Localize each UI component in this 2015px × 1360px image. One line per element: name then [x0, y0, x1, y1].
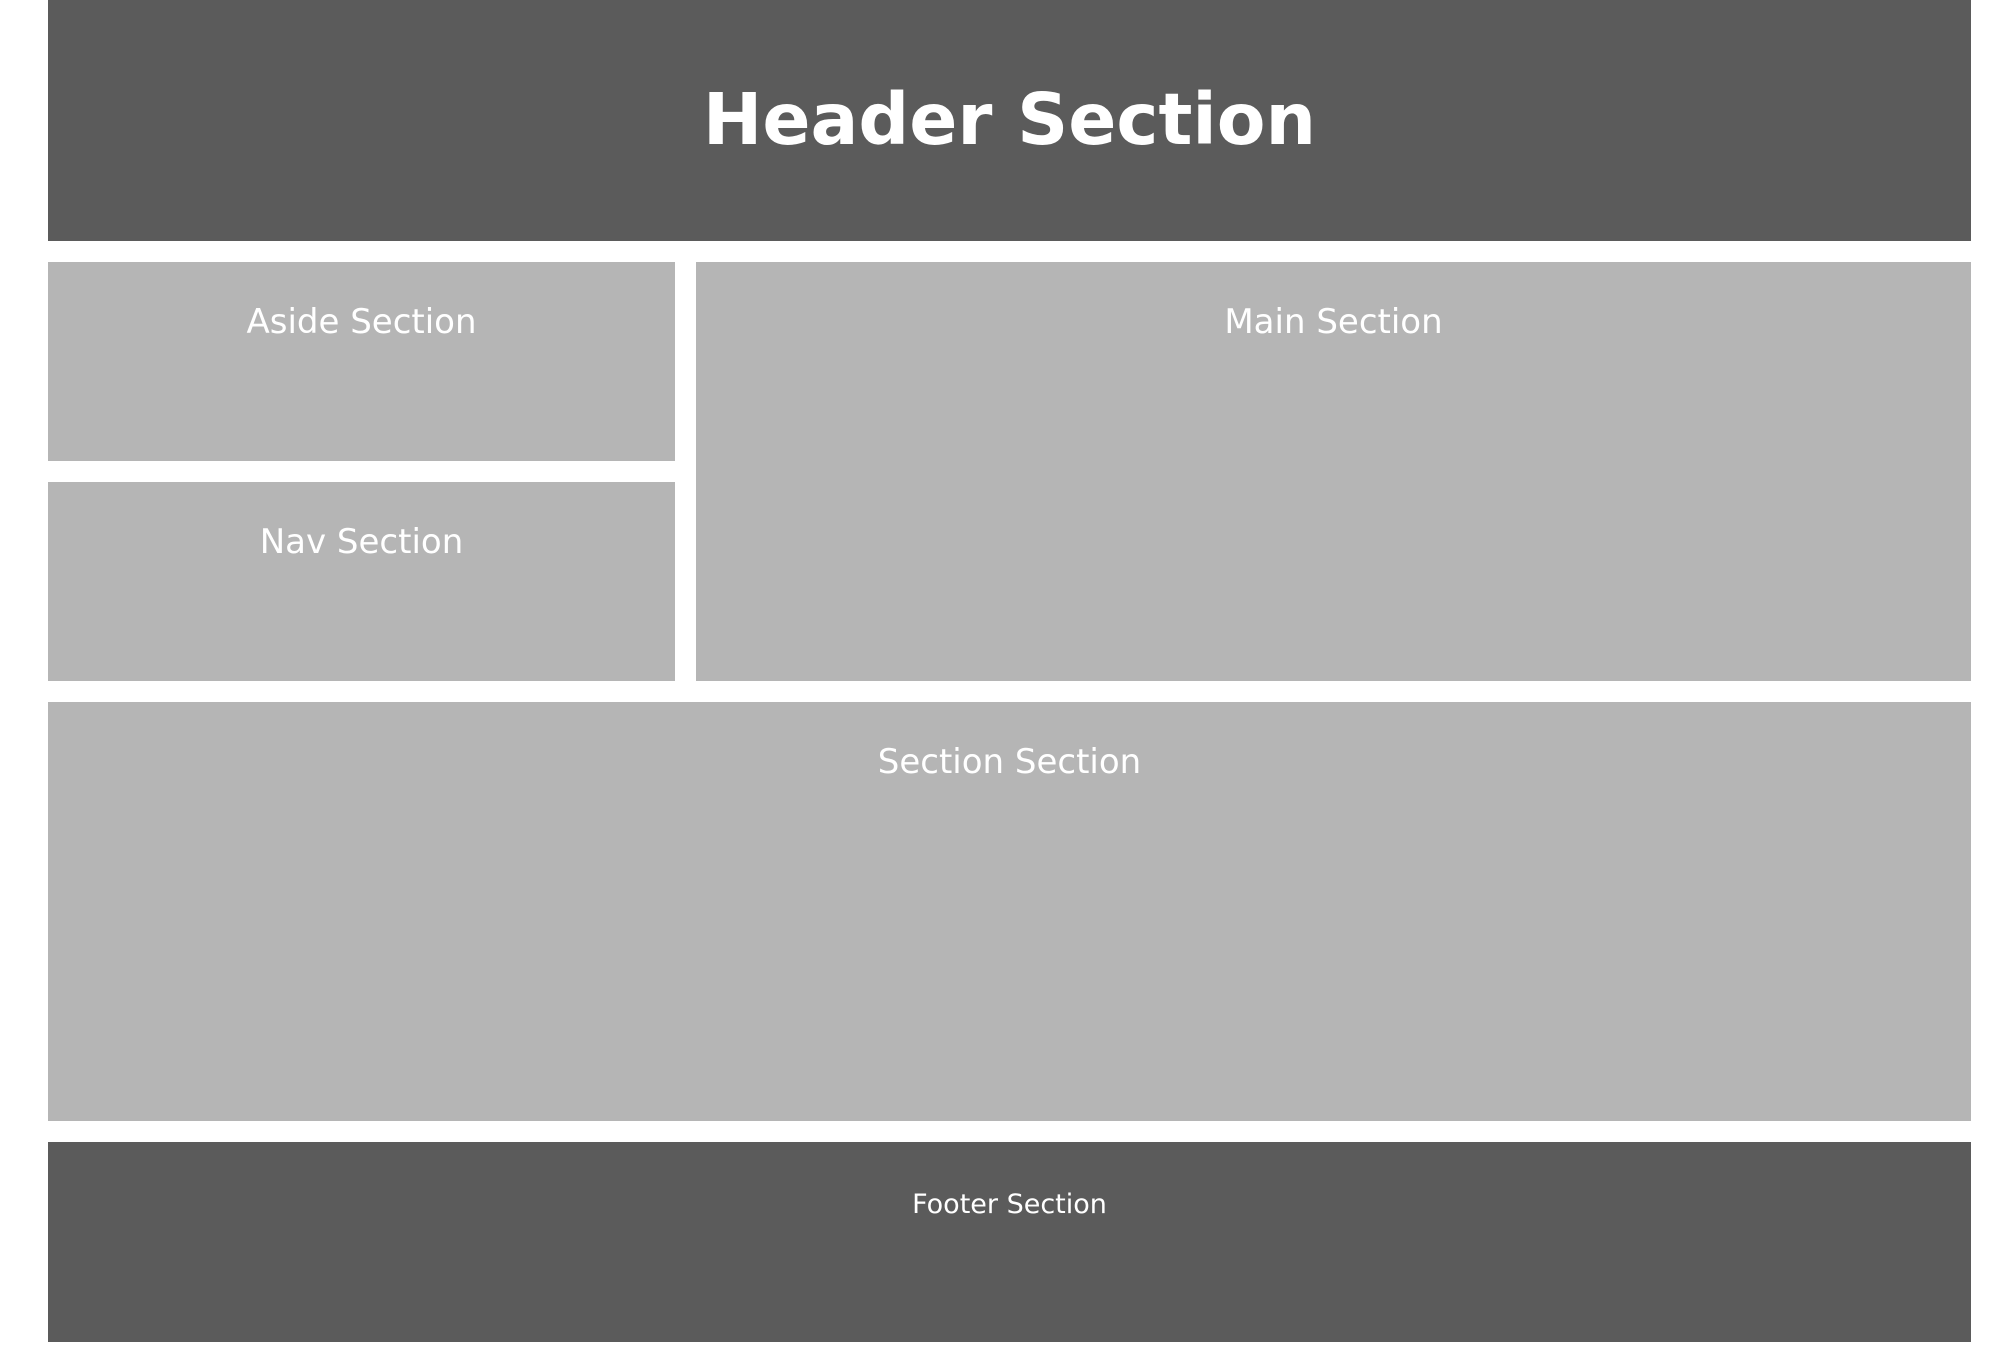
footer-title: Footer Section — [912, 1189, 1107, 1220]
section-section: Section Section — [48, 702, 1971, 1121]
main-title: Main Section — [1224, 302, 1443, 342]
nav-title: Nav Section — [259, 522, 464, 562]
header-title: Header Section — [702, 78, 1317, 161]
page-layout: Header Section Aside Section Nav Section… — [0, 0, 2015, 1360]
aside-title: Aside Section — [246, 302, 477, 342]
footer-section: Footer Section — [48, 1142, 1971, 1342]
section-title: Section Section — [877, 742, 1142, 782]
main-section: Main Section — [696, 262, 1971, 681]
nav-section: Nav Section — [48, 482, 675, 681]
header-section: Header Section — [48, 0, 1971, 241]
aside-section: Aside Section — [48, 262, 675, 461]
